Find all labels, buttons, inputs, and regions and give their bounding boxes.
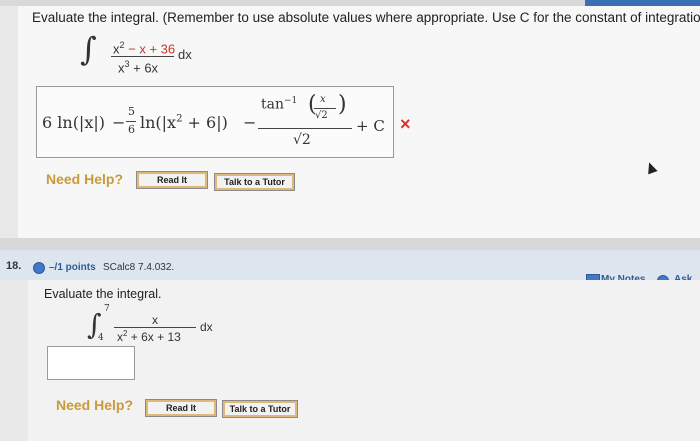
ln-arg: (|x|) — [72, 113, 105, 132]
ln2-label: ln — [140, 113, 156, 132]
den-rest: + 6x — [129, 60, 159, 76]
tan-exp: −1 — [284, 96, 298, 106]
tan-inner-den: √2 — [315, 110, 328, 121]
fraction-bar — [111, 56, 174, 57]
tan-label: tan — [261, 96, 284, 113]
incorrect-x-icon: × — [400, 114, 411, 134]
need-help-label: Need Help? — [46, 171, 124, 187]
ln2-arg-b: + 6|) — [182, 113, 228, 132]
coef-numerator: 5 — [128, 105, 135, 118]
source-label: SCalc8 7.4.032. — [103, 262, 175, 273]
points-label: –/1 points — [49, 262, 96, 273]
question-prompt: Evaluate the integral. (Remember to use … — [32, 10, 700, 25]
integral-sign: ∫ — [80, 30, 97, 68]
need-help-label-18: Need Help? — [56, 397, 134, 413]
lower-limit: 4 — [98, 333, 104, 343]
outer-denominator: √2 — [293, 132, 311, 148]
dx-label: dx — [178, 47, 192, 62]
question-18-prompt: Evaluate the integral. — [44, 287, 162, 301]
read-it-button[interactable]: Read It — [136, 171, 208, 189]
coef-denominator: 6 — [128, 123, 135, 136]
talk-to-tutor-button-18[interactable]: Talk to a Tutor — [222, 400, 298, 418]
num-rest: − x + 36 — [124, 41, 176, 57]
tan-inner-bar — [314, 108, 336, 109]
integrand-denominator: x3 + 6x — [118, 59, 158, 75]
coef-bar — [126, 121, 136, 122]
talk-to-tutor-button[interactable]: Talk to a Tutor — [214, 173, 295, 191]
ln-term: 6 ln — [42, 113, 73, 132]
question-separator — [0, 238, 700, 250]
minus-sign-2: − — [243, 113, 257, 132]
constant-c: + C — [356, 117, 385, 135]
den18-rest: + 6x + 13 — [127, 330, 181, 344]
expand-circle-icon[interactable] — [33, 262, 45, 274]
answer-term-1: 6 ln(|x|) — [42, 113, 105, 132]
integrand-numerator: x2 − x + 36 — [113, 40, 175, 56]
minus-sign-1: − — [112, 113, 126, 132]
integrand-18-denominator: x2 + 6x + 13 — [117, 329, 181, 344]
tan-inner-num: x — [320, 94, 326, 105]
ln2-arg-a: (|x — [155, 113, 177, 132]
question-number: 18. — [6, 260, 22, 272]
answer-input-18[interactable] — [47, 346, 135, 380]
outer-fraction-bar — [258, 128, 352, 129]
answer-term-2: ln(|x2 + 6|) — [140, 113, 228, 132]
arctan-term: tan−1 — [261, 96, 297, 113]
integrand-18-numerator: x — [152, 313, 158, 327]
upper-limit: 7 — [104, 304, 110, 314]
fraction-bar-18 — [114, 327, 196, 328]
paren-close: ) — [338, 92, 347, 117]
dx-label-18: dx — [200, 320, 213, 334]
read-it-button-18[interactable]: Read It — [145, 399, 217, 417]
